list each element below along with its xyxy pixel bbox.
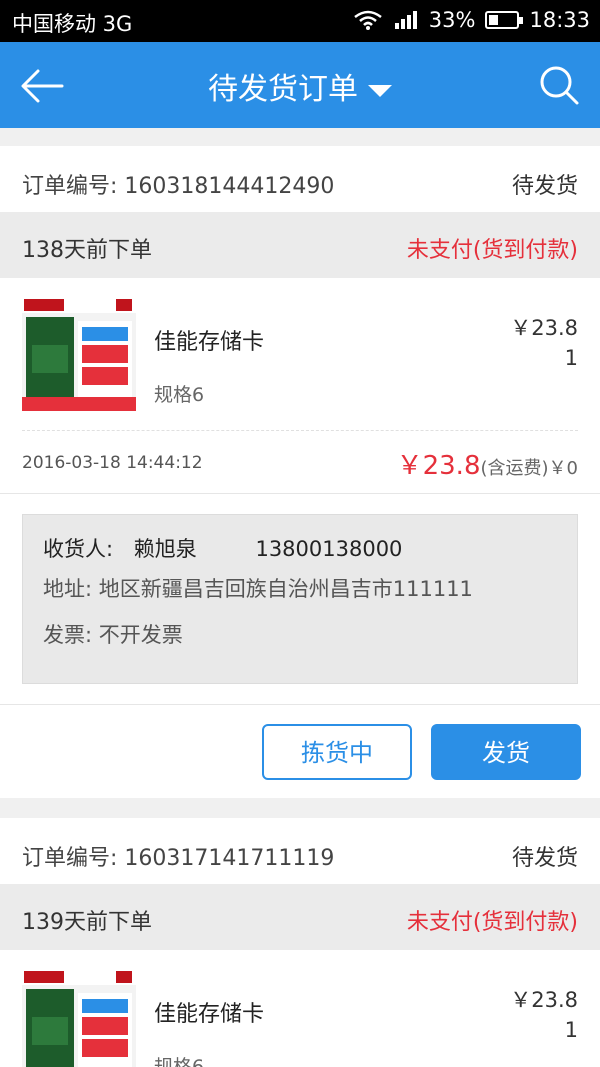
product-name: 佳能存储卡: [154, 330, 265, 355]
product-price: ￥23.8: [510, 988, 578, 1012]
product-quantity: 1: [564, 346, 578, 370]
order-meta-row: 139天前下单 未支付(货到付款): [0, 884, 600, 950]
order-meta-row: 138天前下单 未支付(货到付款): [0, 212, 600, 278]
product-image: [22, 297, 136, 411]
carrier-label: 中国移动 3G: [12, 12, 133, 36]
receiver-name: 赖旭泉: [133, 537, 197, 561]
divider: [0, 493, 600, 494]
product-image: [22, 969, 136, 1067]
product-spec: 规格6: [154, 384, 205, 406]
product-name: 佳能存储卡: [154, 1002, 265, 1027]
product-item[interactable]: 佳能存储卡 规格6 ￥23.8 1: [0, 950, 600, 1067]
invoice: 发票: 不开发票: [43, 623, 183, 647]
order-datetime: 2016-03-18 14:44:12: [22, 453, 203, 473]
clock: 18:33: [529, 8, 590, 32]
page-title-dropdown[interactable]: 待发货订单: [0, 64, 600, 108]
order-card: 订单编号: 160318144412490 待发货 138天前下单 未支付(货到…: [0, 146, 600, 798]
order-number: 订单编号: 160318144412490: [22, 174, 335, 199]
order-header: 订单编号: 160318144412490 待发货: [0, 146, 600, 212]
divider: [0, 704, 600, 705]
order-total: ￥23.8(含运费)￥0: [397, 445, 578, 482]
ship-button[interactable]: 发货: [431, 724, 581, 780]
order-summary: 2016-03-18 14:44:12 ￥23.8(含运费)￥0: [0, 431, 600, 493]
shipping-note: (含运费)￥0: [480, 458, 579, 479]
payment-status: 未支付(货到付款): [406, 238, 578, 263]
order-age: 139天前下单: [22, 910, 152, 935]
battery-icon: [485, 11, 524, 29]
search-icon[interactable]: [538, 64, 580, 106]
product-item[interactable]: 佳能存储卡 规格6 ￥23.8 1: [0, 278, 600, 430]
order-age: 138天前下单: [22, 238, 152, 263]
payment-status: 未支付(货到付款): [406, 910, 578, 935]
status-bar: 中国移动 3G 33% 18:33: [0, 0, 600, 42]
signal-icon: [394, 11, 417, 29]
wifi-icon: [354, 10, 382, 30]
page-title: 待发货订单: [208, 72, 358, 107]
battery-fill: [489, 15, 499, 25]
product-quantity: 1: [564, 1018, 578, 1042]
battery-percent: 33%: [428, 8, 476, 32]
status-right: 33% 18:33: [353, 8, 590, 32]
sd-card-image: [22, 969, 136, 1067]
order-status: 待发货: [511, 174, 578, 199]
chevron-down-icon: [368, 84, 392, 97]
receiver-phone: 13800138000: [255, 537, 403, 561]
receiver-label: 收货人:: [43, 537, 114, 561]
receiver-row: 收货人: 赖旭泉 13800138000: [43, 533, 402, 563]
address: 地址: 地区新疆昌吉回族自治州昌吉市111111: [43, 577, 473, 601]
product-price: ￥23.8: [510, 316, 578, 340]
total-amount: ￥23.8: [396, 451, 481, 481]
order-header: 订单编号: 160317141711119 待发货: [0, 818, 600, 884]
product-spec: 规格6: [154, 1056, 205, 1067]
receiver-info: 收货人: 赖旭泉 13800138000 地址: 地区新疆昌吉回族自治州昌吉市1…: [22, 514, 578, 684]
sd-card-image: [22, 297, 136, 411]
order-number: 订单编号: 160317141711119: [22, 846, 335, 871]
order-status: 待发货: [511, 846, 578, 871]
app-header: 待发货订单: [0, 42, 600, 128]
picking-button[interactable]: 拣货中: [262, 724, 412, 780]
order-card: 订单编号: 160317141711119 待发货 139天前下单 未支付(货到…: [0, 818, 600, 1067]
